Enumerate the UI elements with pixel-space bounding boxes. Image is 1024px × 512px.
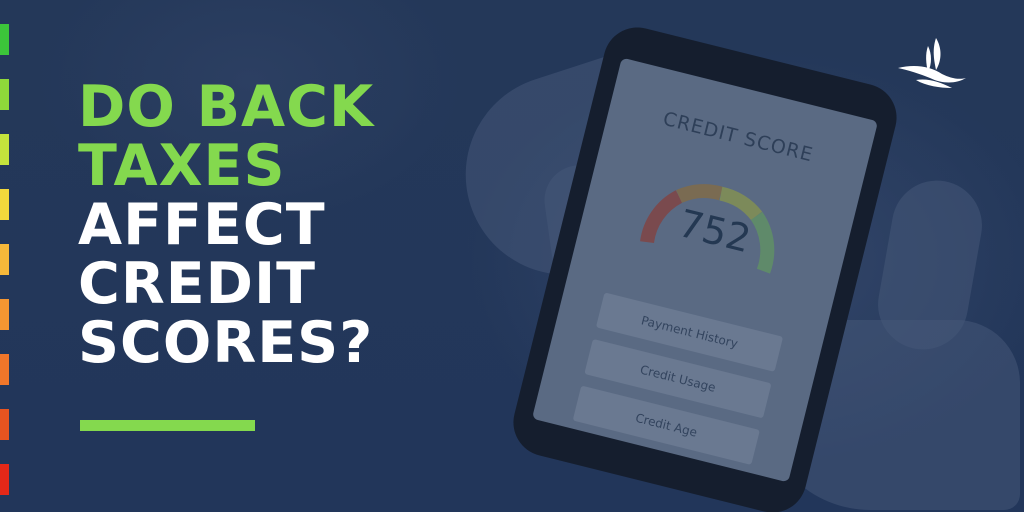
headline-underline [80,420,255,431]
stripe [0,464,9,495]
bird-feather-logo-icon [898,38,966,88]
headline-line: AFFECT [78,192,326,258]
stripe [0,409,9,440]
stripe [0,354,9,385]
stripe [0,244,9,275]
headline-line: CREDIT [78,251,317,317]
stripe [0,134,9,165]
headline: DO BACK TAXES AFFECT CREDIT SCORES? [78,78,374,373]
stripe [0,299,9,330]
stripe [0,189,9,220]
stripe [0,79,9,110]
headline-line: DO BACK [78,74,375,140]
stripe [0,24,9,55]
headline-line: TAXES [78,133,286,199]
headline-line: SCORES? [78,310,374,376]
